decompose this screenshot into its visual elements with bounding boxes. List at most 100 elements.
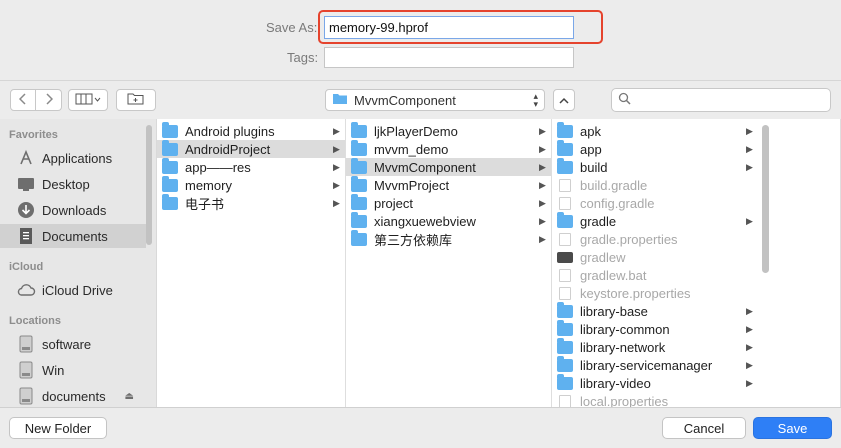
browser-column-2: ljkPlayerDemo ▶ mvvm_demo ▶ MvvmComponent ▶ Mv… [346, 119, 552, 407]
sidebar-item-label: documents [42, 388, 106, 404]
folder-icon [557, 121, 573, 138]
folder-row[interactable]: app——res ▶ [157, 157, 345, 176]
chevron-right-icon [45, 92, 53, 108]
folder-row[interactable]: AndroidProject ▶ [157, 139, 345, 158]
folder-row[interactable]: ljkPlayerDemo ▶ [346, 121, 551, 140]
item-name: library-common [580, 321, 670, 337]
folder-icon [557, 211, 573, 228]
sidebar-item-label: Desktop [42, 176, 90, 192]
folder-row[interactable]: MvvmProject ▶ [346, 175, 551, 194]
item-name: mvvm_demo [374, 141, 449, 157]
toolbar: MvvmComponent ▴ ▾ [0, 80, 841, 118]
folder-row[interactable]: library-network ▶ [552, 337, 762, 356]
sidebar-item-desktop[interactable]: Desktop [0, 172, 146, 196]
view-mode-button[interactable] [68, 89, 108, 111]
folder-row[interactable]: 电子书 ▶ [157, 193, 345, 212]
item-name: xiangxuewebview [374, 213, 476, 229]
file-row[interactable]: gradle.properties [552, 230, 762, 248]
disclosure-arrow-icon: ▶ [333, 179, 340, 190]
expand-collapse-button[interactable] [553, 89, 575, 111]
back-button[interactable] [10, 89, 36, 111]
folder-row[interactable]: project ▶ [346, 193, 551, 212]
folder-row[interactable]: mvvm_demo ▶ [346, 139, 551, 158]
folder-row[interactable]: memory ▶ [157, 175, 345, 194]
disclosure-arrow-icon: ▶ [539, 125, 546, 136]
disclosure-arrow-icon: ▶ [539, 161, 546, 172]
item-name: build [580, 159, 608, 175]
sidebar-item-icloud-drive[interactable]: iCloud Drive [0, 278, 146, 302]
folder-icon [557, 337, 573, 354]
desktop-icon [16, 175, 36, 193]
folder-row[interactable]: 第三方依赖库 ▶ [346, 229, 551, 248]
sidebar-item-downloads[interactable]: Downloads [0, 198, 146, 222]
folder-icon [557, 355, 573, 372]
item-name: ljkPlayerDemo [374, 123, 458, 139]
sidebar-item-label: Downloads [42, 202, 107, 218]
disclosure-arrow-icon: ▶ [746, 143, 753, 154]
folder-icon [557, 301, 573, 318]
file-row[interactable]: keystore.properties [552, 284, 762, 302]
file-row[interactable]: local.properties [552, 392, 762, 407]
new-folder-button[interactable]: New Folder [9, 417, 107, 439]
disclosure-arrow-icon: ▶ [333, 161, 340, 172]
file-row[interactable]: gradlew [552, 248, 762, 266]
search-field[interactable] [611, 88, 831, 112]
item-name: config.gradle [580, 195, 655, 211]
sidebar-item-win[interactable]: Win [0, 358, 146, 382]
documents-icon [16, 227, 36, 245]
column-scrollbar[interactable] [762, 125, 769, 273]
folder-icon [162, 175, 178, 192]
item-name: app [580, 141, 602, 157]
folder-icon [351, 229, 367, 246]
location-label: MvvmComponent [354, 92, 456, 108]
folder-row[interactable]: apk ▶ [552, 121, 762, 140]
folder-row[interactable]: xiangxuewebview ▶ [346, 211, 551, 230]
tags-input[interactable] [324, 47, 574, 68]
new-folder-icon [127, 92, 145, 108]
sidebar-item-documents[interactable]: Documents [0, 224, 146, 248]
folder-row[interactable]: library-common ▶ [552, 319, 762, 338]
item-name: gradle [580, 213, 617, 229]
tags-label: Tags: [287, 50, 319, 65]
file-row[interactable]: gradlew.bat [552, 266, 762, 284]
item-name: apk [580, 123, 601, 139]
folder-row[interactable]: library-video ▶ [552, 373, 762, 392]
disclosure-arrow-icon: ▶ [333, 125, 340, 136]
folder-row[interactable]: library-servicemanager ▶ [552, 355, 762, 374]
disclosure-arrow-icon: ▶ [746, 161, 753, 172]
item-name: Android plugins [185, 123, 275, 139]
folder-row[interactable]: build ▶ [552, 157, 762, 176]
sidebar-item-applications[interactable]: Applications [0, 146, 146, 170]
folder-row[interactable]: Android plugins ▶ [157, 121, 345, 140]
folder-row[interactable]: MvvmComponent ▶ [346, 157, 551, 176]
file-icon [559, 268, 571, 282]
chevron-up-icon [559, 93, 569, 108]
file-icon [559, 286, 571, 300]
disclosure-arrow-icon: ▶ [539, 179, 546, 190]
sidebar-scrollbar[interactable] [146, 125, 152, 245]
file-icon [559, 196, 571, 210]
item-name: memory [185, 177, 232, 193]
sidebar-section-favorites: Favorites [9, 129, 58, 141]
sidebar-item-software[interactable]: software [0, 332, 146, 356]
location-popup[interactable]: MvvmComponent ▴ ▾ [325, 89, 545, 111]
save-button[interactable]: Save [753, 417, 832, 439]
browser-column-1: Android plugins ▶ AndroidProject ▶ app——res ▶… [157, 119, 346, 407]
folder-row[interactable]: library-base ▶ [552, 301, 762, 320]
sidebar-item-documents-drive[interactable]: documents ⏏ [0, 384, 146, 407]
item-name: gradle.properties [580, 231, 678, 247]
disclosure-arrow-icon: ▶ [333, 197, 340, 208]
file-row[interactable]: build.gradle [552, 176, 762, 194]
folder-row[interactable]: gradle ▶ [552, 211, 762, 230]
sidebar: Favorites Applications Desktop Downloads… [0, 119, 157, 407]
cancel-button[interactable]: Cancel [662, 417, 746, 439]
eject-icon[interactable]: ⏏ [125, 391, 134, 402]
folder-row[interactable]: app ▶ [552, 139, 762, 158]
file-row[interactable]: config.gradle [552, 194, 762, 212]
sidebar-item-label: Win [42, 362, 65, 378]
folder-icon [351, 139, 367, 156]
new-folder-toolbar-button[interactable] [116, 89, 156, 111]
folder-icon [332, 92, 348, 108]
item-name: library-network [580, 339, 666, 355]
forward-button[interactable] [36, 89, 62, 111]
